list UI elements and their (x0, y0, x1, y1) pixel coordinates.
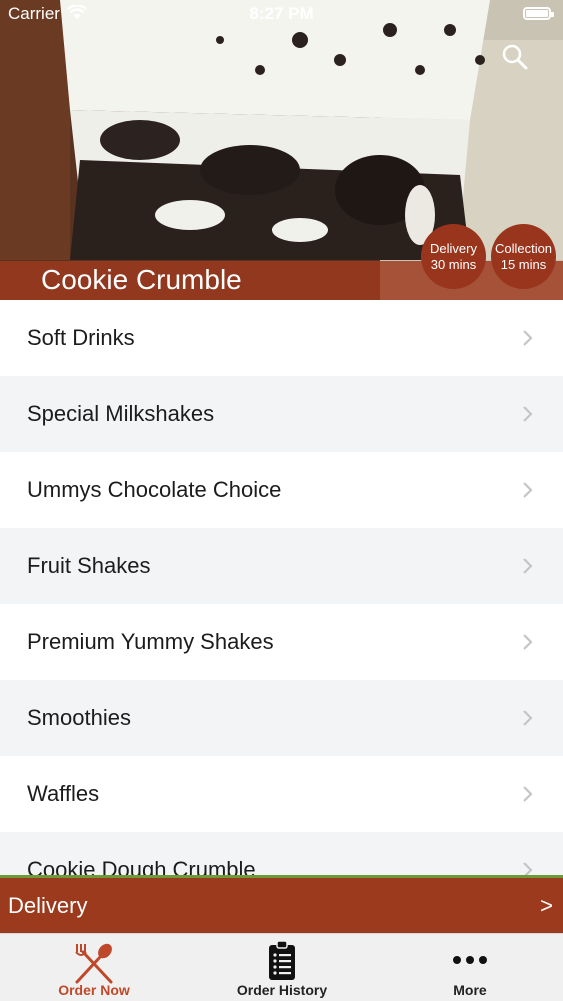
delivery-mode-bar[interactable]: Delivery > (0, 875, 563, 933)
tab-order-history[interactable]: Order History (188, 934, 376, 1001)
category-label: Waffles (27, 781, 100, 806)
collection-badge-time: 15 mins (500, 257, 547, 272)
tab-label: More (453, 982, 487, 998)
category-label: Soft Drinks (27, 325, 135, 350)
category-label: Ummys Chocolate Choice (27, 477, 282, 502)
category-item-ummys-chocolate-choice[interactable]: Ummys Chocolate Choice (0, 452, 563, 528)
category-item-smoothies[interactable]: Smoothies (0, 680, 563, 756)
category-label: Premium Yummy Shakes (27, 629, 274, 654)
delivery-mode-label: Delivery (8, 893, 88, 918)
category-label: Special Milkshakes (27, 401, 215, 426)
status-time: 8:27 PM (249, 4, 314, 23)
delivery-time-badge: Delivery 30 mins (421, 224, 486, 289)
search-icon (502, 44, 528, 70)
category-item-soft-drinks[interactable]: Soft Drinks (0, 300, 563, 376)
category-list: Soft Drinks Special Milkshakes Ummys Cho… (0, 300, 563, 875)
clipboard-list-icon (269, 940, 295, 980)
chevron-right-icon (523, 786, 533, 802)
collection-badge-label: Collection (494, 241, 553, 256)
category-item-cookie-dough-crumble[interactable]: Cookie Dough Crumble (0, 832, 563, 875)
battery-icon (523, 7, 554, 20)
category-label: Cookie Dough Crumble (27, 857, 256, 875)
more-dots-icon (453, 956, 487, 964)
chevron-right-icon (523, 710, 533, 726)
search-button[interactable] (500, 42, 530, 72)
chevron-right-icon (523, 330, 533, 346)
category-item-premium-yummy-shakes[interactable]: Premium Yummy Shakes (0, 604, 563, 680)
delivery-arrow-icon: > (540, 893, 553, 918)
delivery-badge-time: 30 mins (430, 257, 477, 272)
tab-order-now[interactable]: Order Now (0, 934, 188, 1001)
chevron-right-icon (523, 634, 533, 650)
category-label: Smoothies (27, 705, 131, 730)
chevron-right-icon (523, 862, 533, 875)
category-item-special-milkshakes[interactable]: Special Milkshakes (0, 376, 563, 452)
fork-knife-icon (75, 943, 113, 984)
tab-more[interactable]: More (376, 934, 563, 1001)
tab-label: Order History (236, 982, 328, 998)
hero-banner: Carrier 8:27 PM Cookie Crumble Delivery … (0, 0, 563, 300)
category-item-waffles[interactable]: Waffles (0, 756, 563, 832)
restaurant-name: Cookie Crumble (41, 264, 242, 295)
chevron-right-icon (523, 558, 533, 574)
tab-bar: Order Now Order History More (0, 933, 563, 1001)
status-bar: Carrier 8:27 PM (0, 0, 563, 30)
tab-label: Order Now (58, 982, 130, 998)
chevron-right-icon (523, 406, 533, 422)
category-label: Fruit Shakes (27, 553, 151, 578)
category-item-fruit-shakes[interactable]: Fruit Shakes (0, 528, 563, 604)
collection-time-badge: Collection 15 mins (491, 224, 556, 289)
chevron-right-icon (523, 482, 533, 498)
delivery-badge-label: Delivery (430, 241, 477, 256)
